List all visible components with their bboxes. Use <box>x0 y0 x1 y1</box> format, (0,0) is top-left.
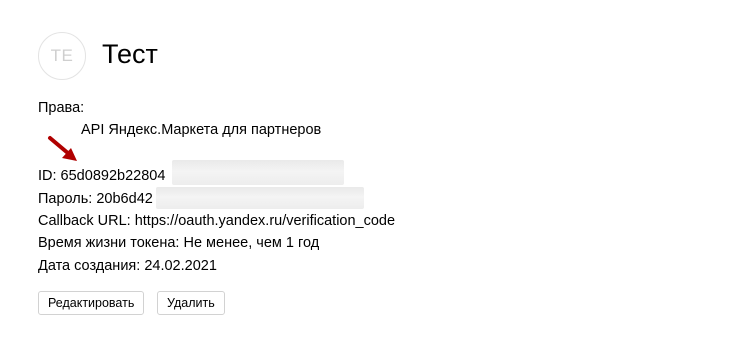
edit-button[interactable]: Редактировать <box>38 291 145 315</box>
delete-button[interactable]: Удалить <box>157 291 225 315</box>
app-avatar: TE <box>38 32 86 80</box>
avatar-initials: TE <box>50 46 74 65</box>
token-lifetime: Время жизни токена: Не менее, чем 1 год <box>38 235 320 251</box>
annotation-arrow-icon <box>48 136 77 161</box>
scope-item: API Яндекс.Маркета для партнеров <box>81 122 322 138</box>
creation-date: Дата создания: 24.02.2021 <box>38 258 217 274</box>
redacted-password-area <box>156 187 364 209</box>
client-id: ID: 65d0892b22804 <box>38 168 166 184</box>
rights-label: Права: <box>38 100 85 116</box>
callback-url: Callback URL: https://oauth.yandex.ru/ve… <box>38 213 396 229</box>
redacted-id-area <box>172 160 344 185</box>
app-details-page: TE Тест Права: API Яндекс.Маркета для па… <box>0 0 740 343</box>
app-title: Тест <box>102 39 158 69</box>
client-password: Пароль: 20b6d42 <box>38 191 153 207</box>
